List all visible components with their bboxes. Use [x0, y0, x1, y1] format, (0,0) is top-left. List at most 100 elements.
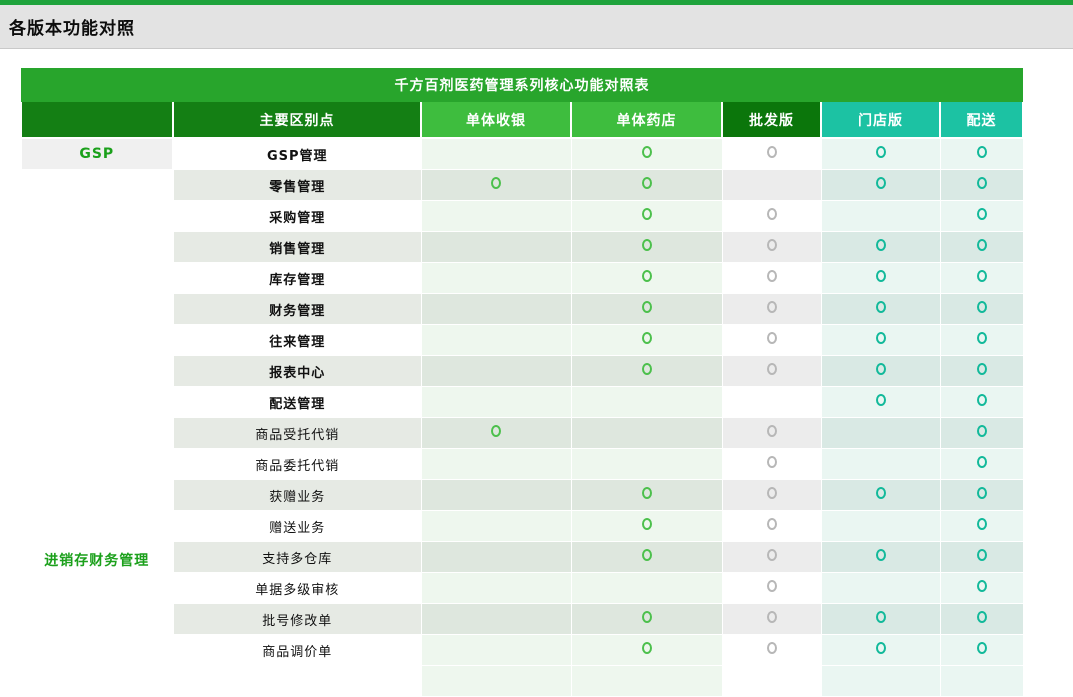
- feature-cell-cashier: [421, 387, 571, 418]
- availability-circle-icon: [491, 177, 501, 189]
- feature-cell-cashier: [421, 294, 571, 325]
- availability-circle-icon: [977, 394, 987, 406]
- feature-cell-store: [821, 573, 940, 604]
- feature-cell-store: [821, 170, 940, 201]
- feature-cell-wholesale: [722, 138, 821, 170]
- availability-circle-icon: [642, 208, 652, 220]
- feature-cell-store: [821, 387, 940, 418]
- row-group-label: GSP: [21, 138, 173, 170]
- availability-circle-icon: [767, 301, 777, 313]
- feature-cell-store: [821, 635, 940, 666]
- feature-cell-wholesale: [722, 418, 821, 449]
- feature-cell-wholesale: [722, 387, 821, 418]
- feature-cell-wholesale: [722, 511, 821, 542]
- feature-cell-pharmacy: [571, 511, 722, 542]
- feature-cell-pharmacy: [571, 232, 722, 263]
- availability-circle-icon: [876, 177, 886, 189]
- feature-cell-cashier: [421, 325, 571, 356]
- availability-circle-icon: [642, 301, 652, 313]
- row-label: 商品受托代销: [173, 418, 421, 449]
- feature-cell-store: [821, 356, 940, 387]
- feature-cell-wholesale: [722, 294, 821, 325]
- feature-cell-pharmacy: [571, 263, 722, 294]
- availability-circle-icon: [876, 642, 886, 654]
- row-label: 采购管理: [173, 201, 421, 232]
- availability-circle-icon: [876, 611, 886, 623]
- feature-cell-pharmacy: [571, 138, 722, 170]
- feature-cell-wholesale: [722, 666, 821, 697]
- feature-cell-pharmacy: [571, 387, 722, 418]
- feature-cell-pharmacy: [571, 480, 722, 511]
- feature-cell-cashier: [421, 604, 571, 635]
- feature-cell-delivery: [940, 604, 1023, 635]
- feature-cell-store: [821, 418, 940, 449]
- column-header-cashier: 单体收银: [421, 102, 571, 138]
- page-title: 各版本功能对照: [9, 14, 135, 39]
- availability-circle-icon: [876, 487, 886, 499]
- feature-cell-delivery: [940, 418, 1023, 449]
- feature-cell-store: [821, 138, 940, 170]
- table-caption: 千方百剂医药管理系列核心功能对照表: [21, 68, 1023, 102]
- feature-cell-store: [821, 604, 940, 635]
- feature-cell-delivery: [940, 635, 1023, 666]
- availability-circle-icon: [876, 239, 886, 251]
- feature-cell-pharmacy: [571, 449, 722, 480]
- feature-cell-wholesale: [722, 263, 821, 294]
- feature-cell-store: [821, 232, 940, 263]
- feature-cell-store: [821, 480, 940, 511]
- availability-circle-icon: [642, 642, 652, 654]
- feature-cell-delivery: [940, 294, 1023, 325]
- availability-circle-icon: [642, 332, 652, 344]
- feature-cell-delivery: [940, 201, 1023, 232]
- feature-cell-wholesale: [722, 449, 821, 480]
- feature-cell-wholesale: [722, 542, 821, 573]
- table-row: GSPGSP管理: [21, 138, 1023, 170]
- feature-cell-delivery: [940, 170, 1023, 201]
- feature-cell-pharmacy: [571, 604, 722, 635]
- feature-cell-cashier: [421, 480, 571, 511]
- feature-cell-cashier: [421, 542, 571, 573]
- availability-circle-icon: [977, 301, 987, 313]
- page-header-band: 各版本功能对照: [0, 5, 1073, 49]
- feature-cell-wholesale: [722, 325, 821, 356]
- row-label: [173, 666, 421, 697]
- availability-circle-icon: [642, 518, 652, 530]
- availability-circle-icon: [876, 394, 886, 406]
- feature-cell-delivery: [940, 325, 1023, 356]
- feature-cell-delivery: [940, 480, 1023, 511]
- feature-cell-pharmacy: [571, 325, 722, 356]
- feature-cell-pharmacy: [571, 666, 722, 697]
- feature-cell-cashier: [421, 511, 571, 542]
- feature-cell-delivery: [940, 542, 1023, 573]
- availability-circle-icon: [876, 301, 886, 313]
- availability-circle-icon: [977, 456, 987, 468]
- row-label: 支持多仓库: [173, 542, 421, 573]
- feature-cell-cashier: [421, 635, 571, 666]
- row-group-label-text: 进销存财务管理: [22, 550, 173, 570]
- row-label: 零售管理: [173, 170, 421, 201]
- feature-cell-wholesale: [722, 480, 821, 511]
- availability-circle-icon: [977, 549, 987, 561]
- row-group-label: 进销存财务管理: [21, 170, 173, 697]
- availability-circle-icon: [767, 487, 777, 499]
- feature-cell-pharmacy: [571, 294, 722, 325]
- availability-circle-icon: [876, 146, 886, 158]
- row-label: 财务管理: [173, 294, 421, 325]
- availability-circle-icon: [642, 146, 652, 158]
- availability-circle-icon: [642, 270, 652, 282]
- column-header-feature: 主要区别点: [173, 102, 421, 138]
- feature-cell-store: [821, 263, 940, 294]
- table-row: 进销存财务管理零售管理: [21, 170, 1023, 201]
- feature-cell-delivery: [940, 449, 1023, 480]
- availability-circle-icon: [977, 580, 987, 592]
- feature-cell-store: [821, 511, 940, 542]
- page: { "page": { "title": "各版本功能对照", "top_str…: [0, 0, 1073, 662]
- availability-circle-icon: [876, 270, 886, 282]
- row-label: 商品委托代销: [173, 449, 421, 480]
- table-caption-row: 千方百剂医药管理系列核心功能对照表: [21, 68, 1023, 102]
- availability-circle-icon: [977, 425, 987, 437]
- feature-cell-cashier: [421, 138, 571, 170]
- feature-cell-wholesale: [722, 573, 821, 604]
- availability-circle-icon: [767, 611, 777, 623]
- feature-cell-wholesale: [722, 604, 821, 635]
